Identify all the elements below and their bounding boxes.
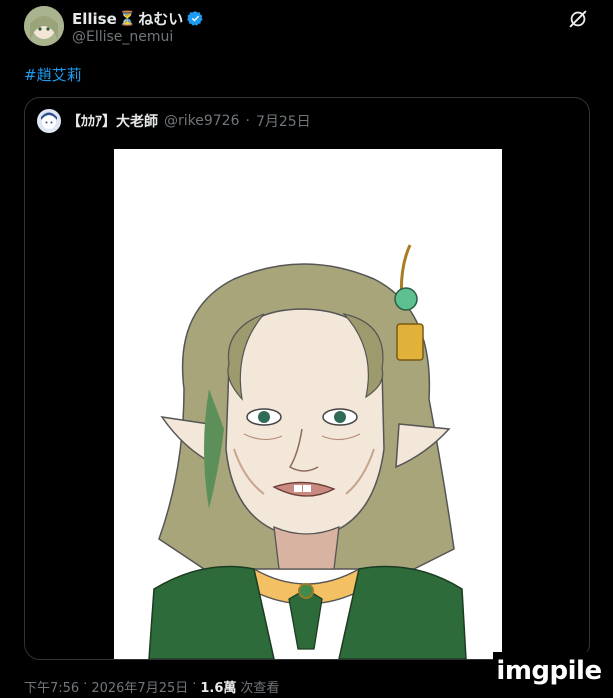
quoted-date[interactable]: 7月25日: [256, 111, 311, 131]
quoted-separator: ·: [245, 113, 250, 129]
elf-portrait-illustration: [114, 149, 502, 659]
author-name[interactable]: Ellise: [72, 10, 117, 28]
imgpile-watermark: imgpile: [493, 652, 605, 690]
tweet-footer: 下午7:56 · 2026年7月25日 · 1.6萬 次查看: [24, 677, 279, 696]
views-count: 1.6萬: [200, 681, 237, 696]
quoted-author-avatar[interactable]: [37, 109, 61, 133]
grok-icon[interactable]: [567, 8, 589, 30]
footer-separator: ·: [83, 677, 88, 692]
footer-separator: ·: [192, 677, 197, 692]
quoted-author-handle[interactable]: @rike9726: [164, 113, 240, 129]
post-date[interactable]: 2026年7月25日: [91, 677, 188, 696]
author-avatar[interactable]: [24, 6, 64, 46]
quoted-tweet-header: 【ｶｶｱ】大老師 @rike9726 · 7月25日: [37, 109, 311, 133]
post-time[interactable]: 下午7:56: [24, 677, 79, 696]
author-handle[interactable]: @Ellise_nemui: [72, 29, 173, 45]
quoted-author-name[interactable]: 【ｶｶｱ】大老師: [67, 111, 158, 131]
quoted-tweet[interactable]: 【ｶｶｱ】大老師 @rike9726 · 7月25日: [24, 97, 590, 660]
tweet-header: Ellise ⏳ ねむい @Ellise_nemui: [24, 6, 589, 50]
hourglass-icon: ⏳: [118, 10, 137, 27]
quoted-avatar-image: [37, 109, 61, 133]
avatar-image: [24, 6, 64, 46]
quoted-media-image[interactable]: [114, 149, 502, 659]
author-name-row[interactable]: Ellise ⏳ ねむい: [72, 8, 204, 29]
verified-badge-icon[interactable]: [187, 10, 204, 27]
author-name-suffix[interactable]: ねむい: [138, 8, 183, 29]
hashtag-link[interactable]: #趙艾莉: [24, 64, 82, 85]
views-label: 次查看: [240, 681, 280, 696]
